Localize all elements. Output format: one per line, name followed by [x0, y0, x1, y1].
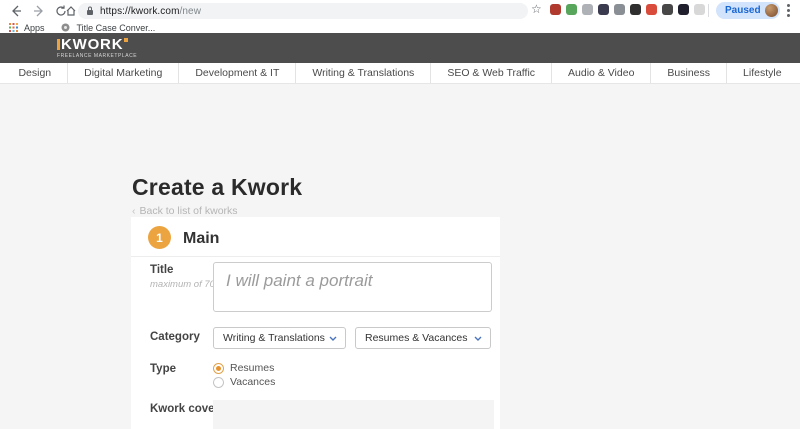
nav-item-business[interactable]: Business [651, 63, 728, 83]
radio-selected-icon[interactable] [213, 362, 224, 374]
extension-icon[interactable] [678, 4, 689, 15]
category-label: Category [150, 331, 200, 343]
extension-icon[interactable] [646, 4, 657, 15]
bookmark-item[interactable]: Title Case Conver... [77, 23, 156, 33]
title-label: Title [150, 264, 174, 276]
create-kwork-form: 1 Main Title maximum of 70 Category Writ… [131, 217, 500, 429]
lock-icon [87, 6, 93, 15]
back-link-label: Back to list of kworks [139, 205, 238, 217]
chevron-down-icon [474, 336, 482, 341]
main-content: Create a Kwork ‹ Back to list of kworks 1… [0, 84, 800, 429]
kwork-logo[interactable]: KWORK FREELANCE MARKETPLACE [57, 36, 138, 59]
category-primary-value: Writing & Translations [223, 332, 325, 344]
site-header: KWORK FREELANCE MARKETPLACE + KWORK $0 B… [0, 33, 800, 91]
cover-upload-area[interactable] [213, 400, 494, 429]
toolbar-divider [708, 4, 709, 17]
extension-icon[interactable] [614, 4, 625, 15]
extension-icon[interactable] [550, 4, 561, 15]
address-bar[interactable]: https://kwork.com/new [78, 3, 528, 19]
bookmarks-bar: Apps Title Case Conver... [0, 22, 800, 33]
nav-item-design[interactable]: Design [2, 63, 69, 83]
forward-icon[interactable] [31, 3, 47, 19]
extension-icon[interactable] [582, 4, 593, 15]
title-input[interactable] [213, 262, 492, 312]
apps-grid-icon[interactable] [8, 23, 18, 33]
nav-item-digital-marketing[interactable]: Digital Marketing [68, 63, 180, 83]
profile-avatar [764, 4, 778, 17]
logo-accent [57, 39, 60, 50]
bookmark-favicon [61, 23, 71, 33]
cover-label: Kwork cover [150, 403, 220, 415]
category-select-primary[interactable]: Writing & Translations [213, 327, 346, 349]
extension-icon[interactable] [694, 4, 705, 15]
extension-icon[interactable] [598, 4, 609, 15]
logo-text: KWORK [61, 36, 124, 53]
category-secondary-value: Resumes & Vacances [365, 332, 468, 344]
radio-option-resumes[interactable]: Resumes [213, 362, 274, 374]
nav-item-lifestyle[interactable]: Lifestyle [727, 63, 798, 83]
radio-label: Resumes [230, 362, 275, 374]
sync-paused-button[interactable]: Paused [716, 2, 780, 19]
logo-tagline: FREELANCE MARKETPLACE [57, 53, 138, 59]
radio-unselected-icon[interactable] [213, 376, 224, 388]
step-title: Main [183, 230, 220, 247]
browser-window: https://kwork.com/new ☆ Paused Apps Titl… [0, 0, 800, 429]
nav-item-development-it[interactable]: Development & IT [179, 63, 297, 83]
home-icon[interactable] [63, 3, 79, 19]
radio-option-vacances[interactable]: Vacances [213, 376, 275, 388]
radio-label: Vacances [230, 376, 276, 388]
apps-shortcut[interactable]: Apps [24, 23, 45, 33]
category-nav: Design Digital Marketing Development & I… [0, 63, 800, 84]
step-number-badge: 1 [148, 226, 171, 249]
bookmark-star-icon[interactable]: ☆ [531, 2, 542, 16]
back-to-list-link[interactable]: ‹ Back to list of kworks [132, 205, 238, 217]
extension-icon[interactable] [566, 4, 577, 15]
extension-row [550, 4, 705, 15]
back-icon[interactable] [8, 3, 24, 19]
page-title: Create a Kwork [132, 174, 303, 200]
nav-item-seo-web-traffic[interactable]: SEO & Web Traffic [431, 63, 553, 83]
title-hint: maximum of 70 [150, 279, 215, 290]
category-select-secondary[interactable]: Resumes & Vacances [355, 327, 491, 349]
paused-label: Paused [725, 5, 761, 16]
nav-item-writing-translations[interactable]: Writing & Translations [296, 63, 432, 83]
chevron-down-icon [329, 336, 337, 341]
browser-toolbar: https://kwork.com/new ☆ Paused [0, 0, 800, 22]
nav-item-audio-video[interactable]: Audio & Video [552, 63, 652, 83]
browser-menu-icon[interactable] [786, 4, 790, 19]
type-label: Type [150, 363, 176, 375]
extension-icon[interactable] [662, 4, 673, 15]
logo-square [124, 38, 129, 42]
section-divider [131, 256, 500, 257]
extension-icon[interactable] [630, 4, 641, 15]
chevron-left-icon: ‹ [132, 205, 136, 217]
url-text: https://kwork.com/new [100, 5, 202, 17]
